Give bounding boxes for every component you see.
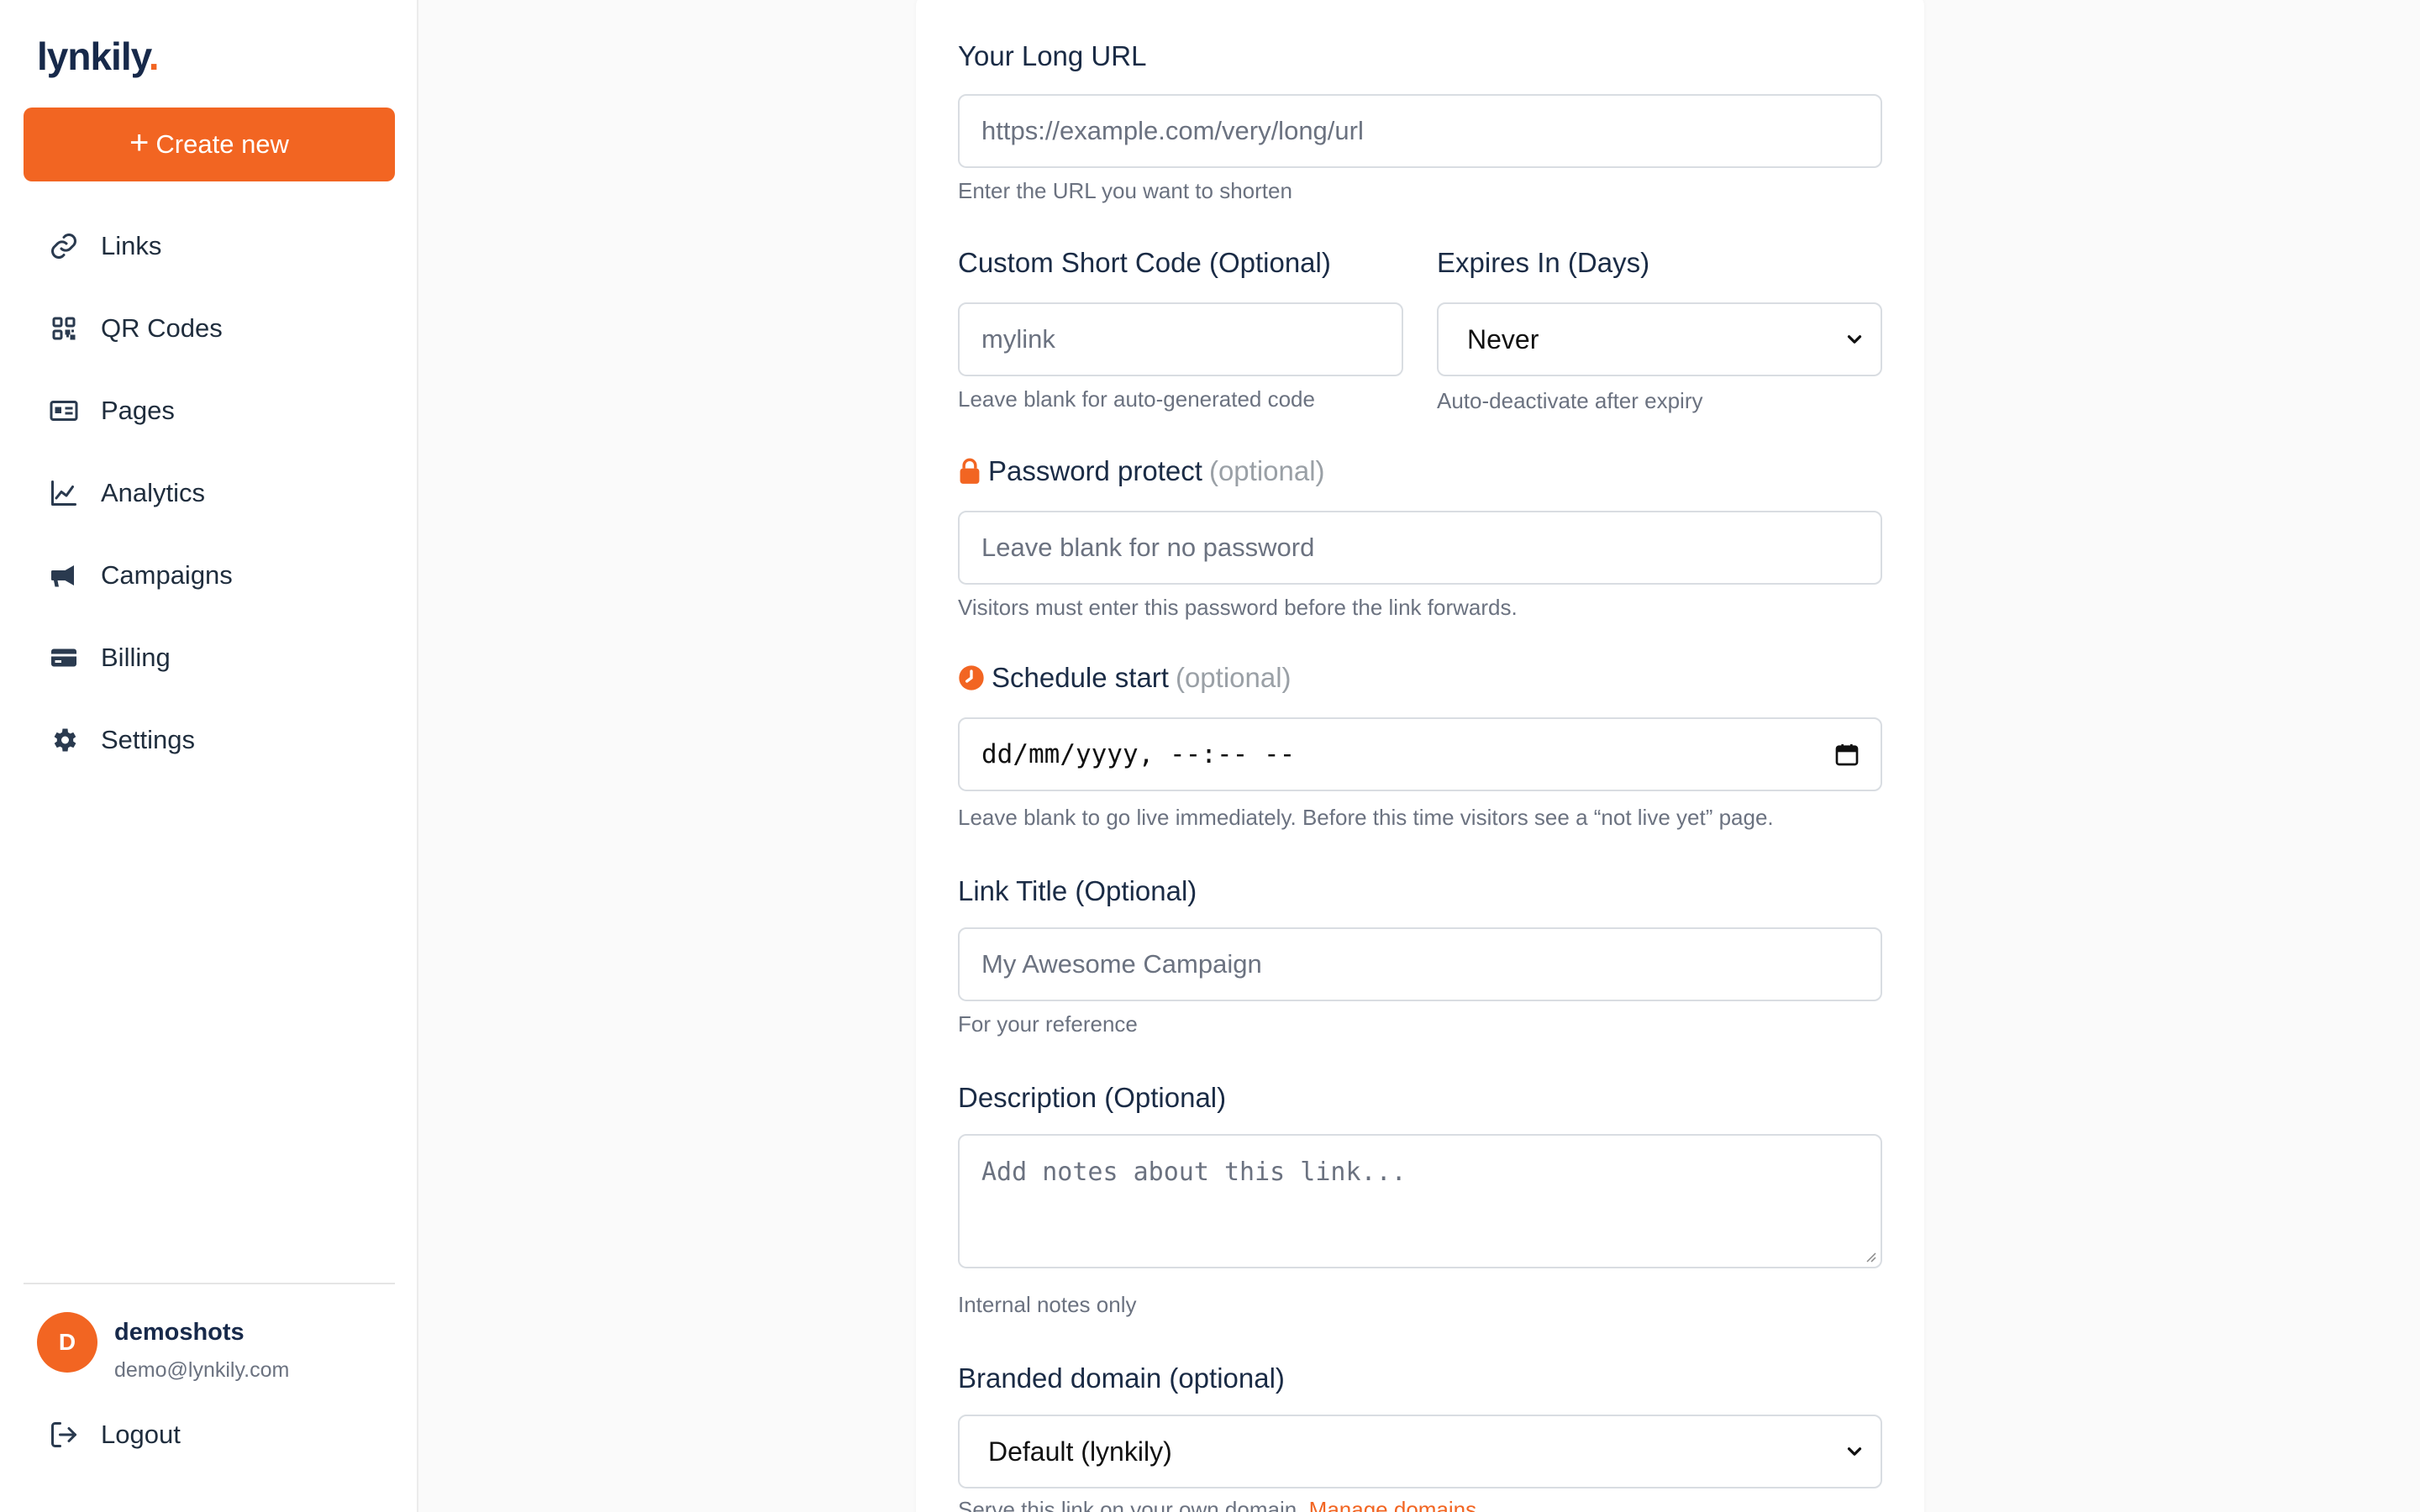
sidebar-divider [24,1283,395,1284]
create-new-label: Create new [155,129,289,159]
domain-label-text: Branded domain (optional) [958,1362,1285,1394]
expires-help: Auto-deactivate after expiry [1437,388,1703,413]
password-input[interactable]: Leave blank for no password [958,511,1882,585]
sidebar-item-settings[interactable]: Settings [24,699,395,781]
user-profile[interactable]: D demoshots demo@lynkily.com [37,1312,289,1383]
domain-help: Serve this link on your own domain. Mana… [958,1497,1476,1512]
sidebar-item-links[interactable]: Links [24,205,395,287]
long-url-help: Enter the URL you want to shorten [958,178,1292,203]
long-url-placeholder: https://example.com/very/long/url [981,116,1364,145]
chevron-down-icon [1847,335,1862,344]
domain-select[interactable]: Default (lynkily) [958,1415,1882,1488]
lock-icon [960,458,980,484]
short-code-label: Custom Short Code (Optional) [958,247,1331,279]
password-placeholder: Leave blank for no password [981,533,1315,562]
link-title-input[interactable]: My Awesome Campaign [958,927,1882,1001]
link-title-label-text: Link Title (Optional) [958,875,1197,906]
sidebar-item-campaigns[interactable]: Campaigns [24,534,395,617]
schedule-label: Schedule start (optional) [958,662,1292,694]
short-code-help: Leave blank for auto-generated code [958,386,1315,412]
sidebar-item-pages[interactable]: Pages [24,370,395,452]
sidebar-item-label: QR Codes [101,313,223,343]
link-title-label: Link Title (Optional) [958,875,1197,907]
schedule-label-text: Schedule start [992,662,1169,693]
brand-logo[interactable]: lynkily. [37,34,160,79]
description-help: Internal notes only [958,1292,1137,1317]
domain-help-text: Serve this link on your own domain. [958,1497,1303,1512]
create-new-button[interactable]: + Create new [24,108,395,181]
expires-value: Never [1467,323,1539,354]
short-code-label-text: Custom Short Code (Optional) [958,247,1331,278]
resize-handle-icon[interactable] [1864,1250,1877,1263]
schedule-datetime-input[interactable]: dd/mm/yyyy, --:-- -- [958,717,1882,791]
long-url-label-text: Your Long URL [958,40,1147,71]
password-label: Password protect (optional) [958,455,1325,487]
password-help: Visitors must enter this password before… [958,595,1518,620]
long-url-label: Your Long URL [958,40,1146,72]
manage-domains-link[interactable]: Manage domains [1309,1497,1476,1512]
description-label: Description (Optional) [958,1082,1226,1114]
expires-label-text: Expires In (Days) [1437,247,1650,278]
user-email: demo@lynkily.com [114,1358,290,1382]
calendar-icon[interactable] [1833,741,1860,768]
sidebar-item-label: Pages [101,396,175,425]
sidebar-item-label: Billing [101,643,171,672]
chevron-down-icon [1847,1447,1862,1456]
expires-select[interactable]: Never [1437,302,1882,376]
avatar: D [37,1312,97,1373]
sidebar-item-analytics[interactable]: Analytics [24,452,395,534]
password-label-text: Password protect [988,455,1202,486]
id-card-icon [49,396,79,426]
sidebar-item-label: Campaigns [101,560,233,590]
sidebar-item-label: Links [101,231,162,260]
chart-line-icon [49,478,79,508]
logout-icon [49,1420,79,1450]
plus-icon: + [129,124,150,161]
link-title-help: For your reference [958,1011,1138,1037]
brand-dot: . [148,34,160,78]
sidebar-item-billing[interactable]: Billing [24,617,395,699]
logout-button[interactable]: Logout [49,1420,181,1450]
qr-code-icon [49,313,79,344]
expires-label: Expires In (Days) [1437,247,1649,279]
brand-name: lynkily [37,34,150,78]
description-label-text: Description (Optional) [958,1082,1227,1113]
link-title-placeholder: My Awesome Campaign [981,949,1262,979]
schedule-placeholder: dd/mm/yyyy, --:-- -- [981,739,1296,769]
long-url-input[interactable]: https://example.com/very/long/url [958,94,1882,168]
schedule-optional-text: (optional) [1175,662,1292,693]
sidebar-item-qr-codes[interactable]: QR Codes [24,287,395,370]
description-textarea[interactable]: Add notes about this link... [958,1134,1882,1268]
user-name: demoshots [114,1319,245,1346]
link-icon [49,231,79,261]
sidebar: lynkily. + Create new Links QR Codes Pag… [0,0,418,1512]
sidebar-nav: Links QR Codes Pages Analytics Campaigns [24,205,395,781]
schedule-help: Leave blank to go live immediately. Befo… [958,805,1774,830]
clock-icon [959,665,984,690]
megaphone-icon [49,560,79,591]
password-optional-text: (optional) [1208,455,1325,486]
domain-label: Branded domain (optional) [958,1362,1285,1394]
sidebar-item-label: Analytics [101,478,206,507]
gear-icon [49,725,79,755]
logout-label: Logout [101,1420,181,1449]
domain-value: Default (lynkily) [988,1436,1172,1467]
sidebar-item-label: Settings [101,725,196,754]
credit-card-icon [49,643,79,673]
short-code-input[interactable]: mylink [958,302,1403,376]
short-code-placeholder: mylink [981,324,1055,354]
description-placeholder: Add notes about this link... [981,1158,1407,1187]
